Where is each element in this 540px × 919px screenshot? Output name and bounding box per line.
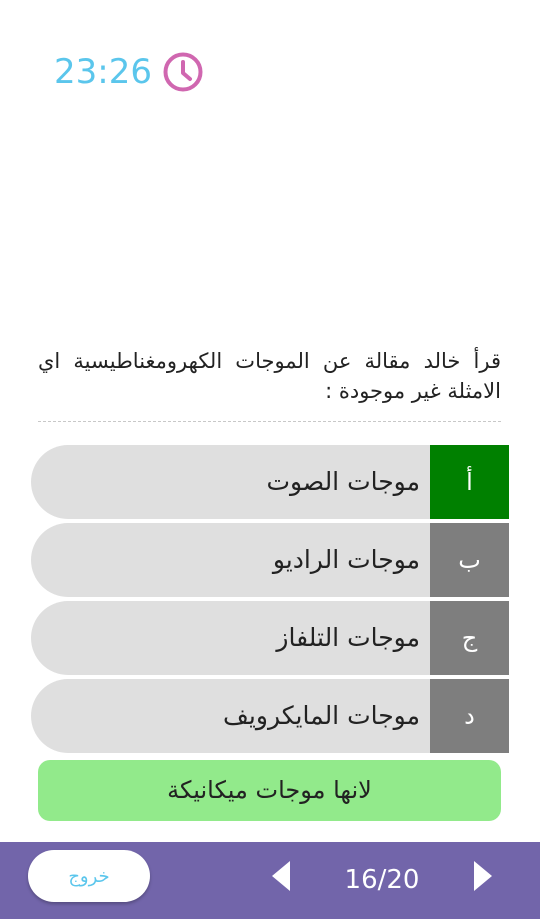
answer-explanation: لانها موجات ميكانيكة [38, 760, 501, 821]
option-text: موجات المايكرويف [223, 701, 420, 730]
answer-option-b[interactable]: ب موجات الراديو [31, 523, 509, 597]
bottom-navigation-bar: خروج 16/20 [0, 842, 540, 919]
question-text: قرأ خالد مقالة عن الموجات الكهرومغناطيسي… [38, 349, 501, 403]
option-letter: ب [430, 523, 509, 597]
option-text: موجات الصوت [266, 467, 420, 496]
option-text: موجات التلفاز [276, 623, 420, 652]
triangle-left-icon[interactable] [271, 860, 291, 892]
option-letter: د [430, 679, 509, 753]
question-divider [38, 421, 501, 422]
option-letter: أ [430, 445, 509, 519]
clock-icon [163, 52, 203, 92]
option-text: موجات الراديو [272, 545, 420, 574]
timer-text: 23:26 [54, 52, 152, 92]
answer-option-a[interactable]: أ موجات الصوت [31, 445, 509, 519]
option-letter: ج [430, 601, 509, 675]
answer-option-c[interactable]: ج موجات التلفاز [31, 601, 509, 675]
timer: 23:26 [54, 50, 204, 94]
triangle-right-icon[interactable] [473, 860, 493, 892]
answer-option-d[interactable]: د موجات المايكرويف [31, 679, 509, 753]
exit-button[interactable]: خروج [28, 850, 150, 902]
question-counter: 16/20 [344, 865, 420, 895]
